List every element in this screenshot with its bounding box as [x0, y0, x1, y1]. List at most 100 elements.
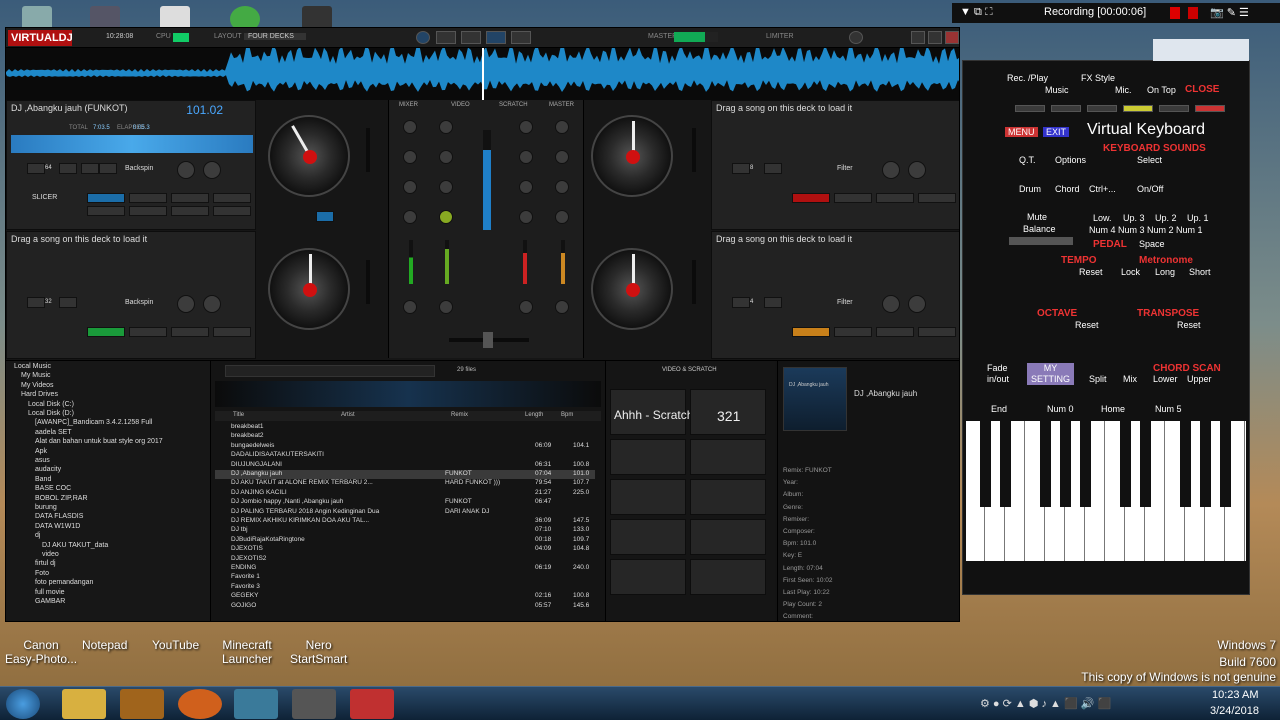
sample-pad-2[interactable]: 321: [690, 389, 766, 435]
vk-up2[interactable]: Up. 2: [1155, 213, 1177, 223]
vk-upper[interactable]: Upper: [1187, 374, 1212, 384]
table-row[interactable]: DJ AKU TAKUT at ALONE REMIX TERBARU 2...…: [215, 479, 595, 488]
vk-lower[interactable]: Lower: [1153, 374, 1178, 384]
table-row[interactable]: breakbeat2: [215, 432, 595, 441]
deck2-jogwheel[interactable]: [591, 115, 673, 197]
vk-long[interactable]: Long: [1155, 267, 1175, 277]
desktop-icon-label[interactable]: Nero StartSmart: [290, 638, 347, 666]
table-row[interactable]: DJ Jombio happy ,Nanti ,Abangku jauh FUNK…: [215, 498, 595, 507]
mid-knob-1[interactable]: [403, 180, 417, 194]
dropdown-icon[interactable]: ▼ ⧉ ⛶: [960, 6, 993, 19]
tree-item[interactable]: DATA W1W1D: [35, 523, 80, 530]
vk-mix[interactable]: Mix: [1123, 374, 1137, 384]
table-row[interactable]: bungaedelweis 06:09 104.1: [215, 442, 595, 451]
sample-pad-8[interactable]: [690, 519, 766, 555]
deck2-fx-knob[interactable]: [882, 161, 900, 179]
low-knob-3[interactable]: [519, 210, 533, 224]
layout-select[interactable]: FOUR DECKS: [244, 33, 306, 40]
vk-my-setting[interactable]: MY SETTING: [1027, 363, 1075, 385]
high-knob-2[interactable]: [439, 150, 453, 164]
sampler-header[interactable]: VIDEO & SCRATCH: [662, 367, 717, 373]
vk-rec-play[interactable]: Rec. /Play: [1007, 73, 1048, 83]
filter-knob-1[interactable]: [403, 300, 417, 314]
tree-item[interactable]: Local Disk (D:): [28, 410, 74, 417]
deck2-pad-2[interactable]: [834, 193, 872, 203]
deck3-fx-knob[interactable]: [177, 295, 195, 313]
vk-tempo-reset[interactable]: Reset: [1079, 267, 1103, 277]
layout-button-3[interactable]: [486, 31, 506, 44]
deck3-jogwheel[interactable]: [268, 248, 350, 330]
sample-pad-7[interactable]: [610, 519, 686, 555]
tree-item[interactable]: burung: [35, 504, 57, 511]
vk-low[interactable]: Low.: [1093, 213, 1112, 223]
table-row[interactable]: DADALIDISAATAKUTERSAKITI: [215, 451, 595, 460]
deck3-loop-next[interactable]: [59, 297, 77, 308]
table-row[interactable]: ENDING 06:19 240.0: [215, 564, 595, 573]
col-title[interactable]: Title: [233, 412, 244, 418]
firefox-icon[interactable]: [178, 689, 222, 719]
tree-item[interactable]: BASE COC: [35, 485, 71, 492]
table-row[interactable]: DJ ,Abangku jauh FUNKOT 07:04 101.0: [215, 470, 595, 479]
deck1-pad-1[interactable]: [87, 193, 125, 203]
vk-music[interactable]: Music: [1045, 85, 1069, 95]
layout-button-1[interactable]: [436, 31, 456, 44]
vk-btn-1[interactable]: [1015, 105, 1045, 112]
tree-item[interactable]: Foto: [35, 570, 49, 577]
deck2-pad-4[interactable]: [918, 193, 956, 203]
start-button[interactable]: [6, 689, 40, 719]
sample-pad-10[interactable]: [690, 559, 766, 595]
deck3-fx-knob-2[interactable]: [203, 295, 221, 313]
vk-up3[interactable]: Up. 3: [1123, 213, 1145, 223]
virtualdj-task-icon[interactable]: [292, 689, 336, 719]
deck1-pad-6[interactable]: [129, 206, 167, 216]
table-row[interactable]: GOJIGO 05:57 145.6: [215, 602, 595, 611]
minimize-button[interactable]: [911, 31, 925, 44]
tree-item[interactable]: video: [42, 551, 59, 558]
deck1-jogwheel[interactable]: [268, 115, 350, 197]
vk-split[interactable]: Split: [1089, 374, 1107, 384]
sample-pad-5[interactable]: [610, 479, 686, 515]
table-row[interactable]: DJ tbj 07:10 133.0: [215, 526, 595, 535]
deck4-pad-3[interactable]: [876, 327, 914, 337]
deck4-pad-2[interactable]: [834, 327, 872, 337]
filter-knob-3[interactable]: [519, 300, 533, 314]
maximize-button[interactable]: [928, 31, 942, 44]
col-length[interactable]: Length: [525, 412, 543, 418]
deck4-loop-prev[interactable]: [732, 297, 750, 308]
tree-item[interactable]: [AWANPC]_Bandicam 3.4.2.1258 Full: [35, 419, 152, 426]
tab-mixer[interactable]: MIXER: [399, 102, 418, 108]
black-key[interactable]: [1080, 421, 1091, 507]
col-remix[interactable]: Remix: [451, 412, 468, 418]
vk-fade[interactable]: Fade in/out: [987, 363, 1009, 385]
vk-select[interactable]: Select: [1137, 155, 1162, 165]
vk-up1[interactable]: Up. 1: [1187, 213, 1209, 223]
tab-video[interactable]: VIDEO: [451, 102, 470, 108]
deck2-pad-1[interactable]: [792, 193, 830, 203]
deck1-slicer[interactable]: SLICER: [32, 194, 57, 201]
gain-knob-3[interactable]: [519, 120, 533, 134]
filter-knob-4[interactable]: [555, 300, 569, 314]
mid-knob-4[interactable]: [555, 180, 569, 194]
deck2-loop-prev[interactable]: [732, 163, 750, 174]
tree-item[interactable]: GAMBAR: [35, 598, 65, 605]
bandicam-icon[interactable]: [350, 689, 394, 719]
vk-btn-5[interactable]: [1159, 105, 1189, 112]
piano-keyboard[interactable]: [966, 421, 1246, 561]
table-row[interactable]: breakbeat1: [215, 423, 595, 432]
close-button[interactable]: [945, 31, 959, 44]
table-row[interactable]: DJ PALING TERBARU 2018 Angin Kedinginan …: [215, 508, 595, 517]
deck1-backspin[interactable]: Backspin: [125, 165, 153, 172]
vk-menu-button[interactable]: MENU: [1005, 127, 1038, 137]
high-knob-4[interactable]: [555, 150, 569, 164]
tree-item[interactable]: Apk: [35, 448, 47, 455]
pause-icon[interactable]: [1188, 7, 1198, 19]
tree-item[interactable]: Alat dan bahan untuk buat style org 2017: [35, 438, 163, 445]
desktop-icon-label[interactable]: YouTube: [152, 638, 199, 652]
clock-time[interactable]: 10:23 AM: [1212, 689, 1258, 701]
mid-knob-3[interactable]: [519, 180, 533, 194]
black-key[interactable]: [1180, 421, 1191, 507]
vk-mic[interactable]: Mic.: [1115, 85, 1132, 95]
sample-pad-9[interactable]: [610, 559, 686, 595]
volume-fader-4[interactable]: [561, 240, 565, 284]
table-row[interactable]: DJ ANJING KACILI 21:27 225.0: [215, 489, 595, 498]
